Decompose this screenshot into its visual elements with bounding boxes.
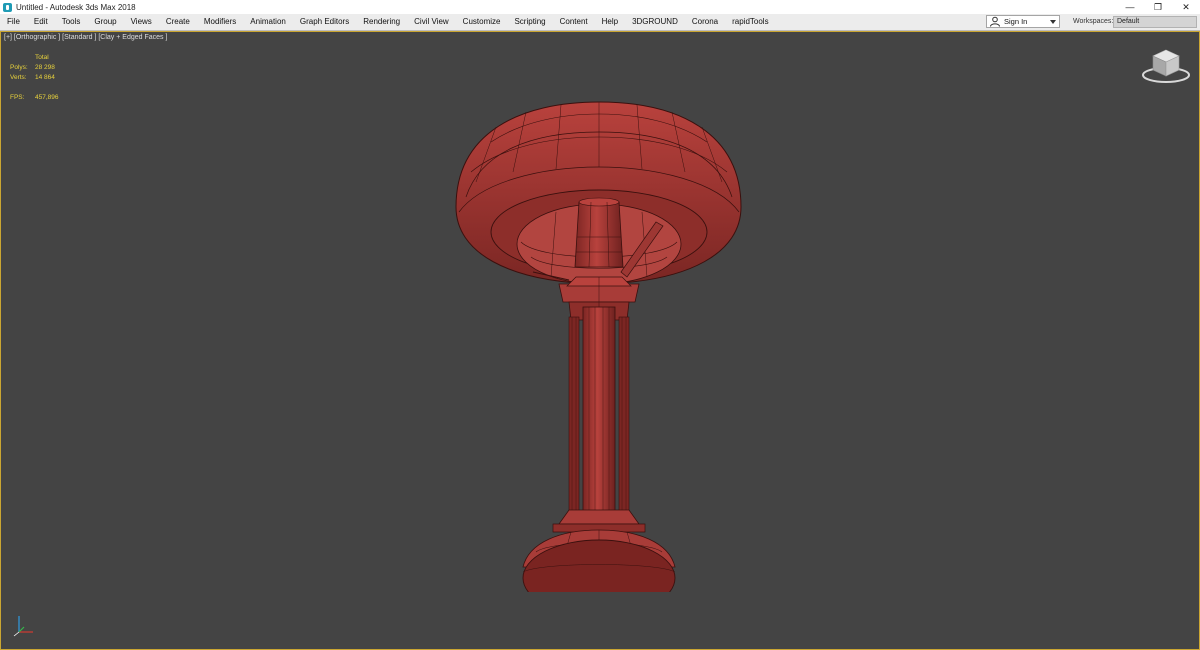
polys-value: 28 298: [35, 64, 55, 71]
workspace-value: Default: [1117, 18, 1140, 25]
menu-modifiers[interactable]: Modifiers: [197, 14, 243, 30]
workspaces-dropdown[interactable]: Default: [1113, 16, 1197, 28]
menu-animation[interactable]: Animation: [243, 14, 293, 30]
chevron-down-icon: [1050, 20, 1056, 24]
stats-header: Total: [35, 54, 49, 61]
sign-in-label: Sign In: [1004, 17, 1028, 26]
menu-tools[interactable]: Tools: [55, 14, 88, 30]
window-controls: — ❐ ✕: [1116, 0, 1200, 14]
menu-views[interactable]: Views: [124, 14, 159, 30]
axis-tripod-icon: [13, 616, 33, 637]
viewport-orthographic[interactable]: [+] [Orthographic ] [Standard ] [Clay + …: [0, 31, 1200, 650]
lower-collar: [552, 509, 646, 533]
title-bar: Untitled - Autodesk 3ds Max 2018 — ❐ ✕: [0, 0, 1200, 15]
menu-3dground[interactable]: 3DGROUND: [625, 14, 685, 30]
fps-value: 457,896: [35, 94, 59, 101]
menu-civil-view[interactable]: Civil View: [407, 14, 456, 30]
menu-corona[interactable]: Corona: [685, 14, 725, 30]
menu-group[interactable]: Group: [87, 14, 123, 30]
minimize-button[interactable]: —: [1116, 0, 1144, 14]
menu-scripting[interactable]: Scripting: [507, 14, 552, 30]
menu-create[interactable]: Create: [159, 14, 197, 30]
base: [522, 529, 676, 592]
menu-graph-editors[interactable]: Graph Editors: [293, 14, 356, 30]
polys-label: Polys:: [10, 64, 28, 71]
fps-label: FPS:: [10, 94, 25, 101]
menu-file[interactable]: File: [0, 14, 27, 30]
menu-bar: File Edit Tools Group Views Create Modif…: [0, 14, 1200, 31]
app-icon[interactable]: [3, 2, 12, 12]
menu-content[interactable]: Content: [553, 14, 595, 30]
verts-value: 14 864: [35, 74, 55, 81]
menu-rendering[interactable]: Rendering: [356, 14, 407, 30]
lamp-model-3d[interactable]: [441, 72, 761, 592]
viewport-label[interactable]: [+] [Orthographic ] [Standard ] [Clay + …: [4, 34, 167, 41]
menu-rapidtools[interactable]: rapidTools: [725, 14, 775, 30]
verts-label: Verts:: [10, 74, 27, 81]
workspaces-label: Workspaces:: [1073, 18, 1114, 25]
pole: [568, 306, 630, 518]
window-title: Untitled - Autodesk 3ds Max 2018: [16, 2, 136, 12]
menu-items: File Edit Tools Group Views Create Modif…: [0, 14, 776, 30]
menu-customize[interactable]: Customize: [456, 14, 508, 30]
close-button[interactable]: ✕: [1172, 0, 1200, 14]
restore-button[interactable]: ❐: [1144, 0, 1172, 14]
sign-in-button[interactable]: Sign In: [986, 15, 1060, 28]
menu-help[interactable]: Help: [595, 14, 625, 30]
menu-edit[interactable]: Edit: [27, 14, 55, 30]
viewcube-icon[interactable]: [1139, 46, 1193, 86]
user-icon: [990, 16, 1000, 27]
